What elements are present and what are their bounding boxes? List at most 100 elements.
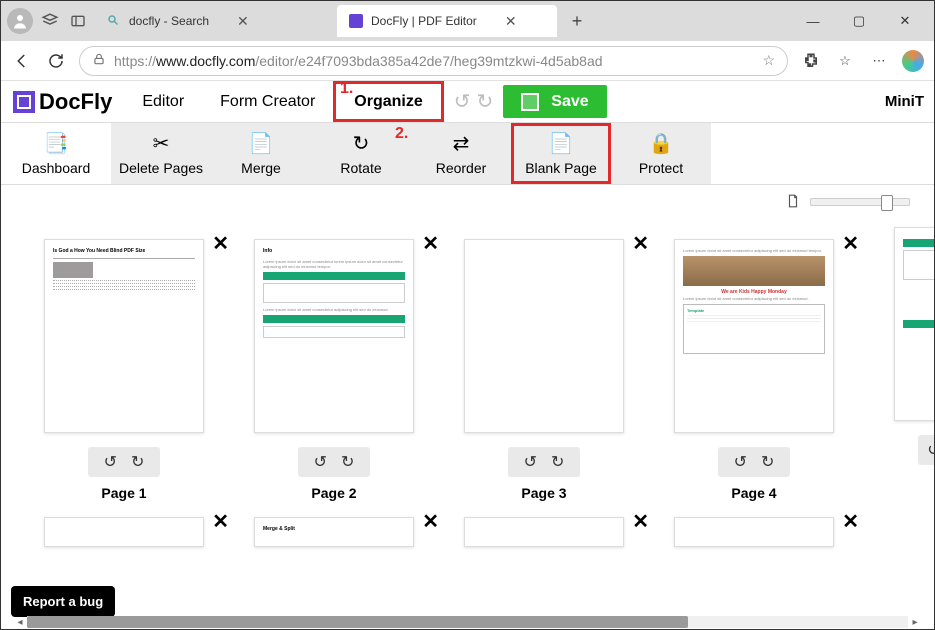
save-icon <box>521 93 539 111</box>
rotate-right-icon[interactable]: ↻ <box>341 452 354 472</box>
favorites-icon[interactable]: ☆ <box>834 50 856 72</box>
tab-organize[interactable]: Organize <box>333 81 443 122</box>
scroll-left-icon[interactable]: ◂ <box>13 617 27 628</box>
rotate-right-icon[interactable]: ↻ <box>761 452 774 472</box>
copilot-icon[interactable] <box>902 50 924 72</box>
delete-page-icon[interactable]: ✕ <box>212 231 229 256</box>
toolbar-dashboard[interactable]: 📑 Dashboard <box>1 123 111 184</box>
app-logo[interactable]: DocFly <box>1 81 124 122</box>
annotation-2: 2. <box>395 125 408 143</box>
scroll-right-icon[interactable]: ▸ <box>908 617 922 628</box>
dashboard-icon: 📑 <box>44 131 69 156</box>
page-label: Page 2 <box>311 485 356 501</box>
scroll-thumb[interactable] <box>27 616 688 628</box>
back-button[interactable] <box>11 50 33 72</box>
browser-tab-active[interactable]: DocFly | PDF Editor ✕ <box>337 5 557 37</box>
delete-page-icon[interactable]: ✕ <box>212 509 229 534</box>
url-text: https://www.docfly.com/editor/e24f7093bd… <box>114 53 754 69</box>
delete-page-icon[interactable]: ✕ <box>632 509 649 534</box>
page-label: Page 3 <box>521 485 566 501</box>
toolbar-blank-page[interactable]: 📄 Blank Page <box>511 123 611 184</box>
url-field[interactable]: https://www.docfly.com/editor/e24f7093bd… <box>79 46 788 76</box>
thumbnail-image <box>894 227 934 421</box>
page-thumbnail-2[interactable]: ✕ Info Lorem ipsum dolor sit amet consec… <box>241 231 427 501</box>
page-thumbnail[interactable]: ✕ <box>31 509 217 547</box>
thumbnail-image: Info Lorem ipsum dolor sit amet consecte… <box>254 239 414 433</box>
report-bug-button[interactable]: Report a bug <box>11 586 115 617</box>
workspaces-icon[interactable] <box>39 10 61 32</box>
maximize-button[interactable]: ▢ <box>836 5 882 37</box>
docfly-favicon-icon <box>349 14 363 28</box>
close-window-button[interactable]: ✕ <box>882 5 928 37</box>
thumbnail-image <box>674 517 834 547</box>
horizontal-scrollbar[interactable]: ◂ ▸ <box>13 615 922 629</box>
rotate-controls: ↺ ↻ <box>718 447 790 477</box>
toolbar-reorder[interactable]: ⇄ Reorder <box>411 123 511 184</box>
toolbar-protect[interactable]: 🔒 Protect <box>611 123 711 184</box>
favorite-icon[interactable]: ☆ <box>762 52 775 69</box>
thumbnail-image <box>44 517 204 547</box>
delete-page-icon[interactable]: ✕ <box>842 509 859 534</box>
close-icon[interactable]: ✕ <box>237 13 249 30</box>
rotate-left-icon[interactable]: ↺ <box>927 440 934 460</box>
scissors-icon: ✂ <box>153 131 170 156</box>
page-thumbnail[interactable]: ✕ <box>661 509 847 547</box>
page-row: ✕ Is God a How You Need Blind PDF Size ↺… <box>31 231 904 501</box>
page-thumbnail-3[interactable]: ✕ ↺ ↻ Page 3 <box>451 231 637 501</box>
page-thumbnail[interactable]: ✕ Merge & Split <box>241 509 427 547</box>
tab-form-creator[interactable]: Form Creator 1. <box>202 81 333 122</box>
close-icon[interactable]: ✕ <box>505 13 517 30</box>
profile-icon[interactable] <box>7 8 33 34</box>
delete-page-icon[interactable]: ✕ <box>632 231 649 256</box>
rotate-right-icon[interactable]: ↻ <box>551 452 564 472</box>
thumbnail-image: Merge & Split <box>254 517 414 547</box>
page-label: Page 1 <box>101 485 146 501</box>
scroll-track[interactable] <box>27 616 908 628</box>
menu-icon[interactable]: ⋯ <box>868 50 890 72</box>
minitool-label: MiniT <box>875 81 934 122</box>
delete-page-icon[interactable]: ✕ <box>422 509 439 534</box>
extensions-icon[interactable] <box>800 50 822 72</box>
rotate-left-icon[interactable]: ↺ <box>314 452 327 472</box>
page-thumbnails-area: ✕ Is God a How You Need Blind PDF Size ↺… <box>1 219 934 579</box>
search-favicon-icon <box>107 14 121 28</box>
browser-tab-inactive[interactable]: docfly - Search ✕ <box>95 5 331 37</box>
thumbnail-image <box>464 239 624 433</box>
save-button[interactable]: Save <box>503 85 606 118</box>
rotate-right-icon[interactable]: ↻ <box>131 452 144 472</box>
rotate-left-icon[interactable]: ↺ <box>734 452 747 472</box>
tab-title: docfly - Search <box>129 14 209 28</box>
tab-editor[interactable]: Editor <box>124 81 202 122</box>
organize-toolbar: 📑 Dashboard ✂ Delete Pages 📄 Merge ↻ Rot… <box>1 123 934 185</box>
thumbnail-image: Is God a How You Need Blind PDF Size <box>44 239 204 433</box>
page-thumbnail-5-clip[interactable]: ↺ <box>904 219 934 465</box>
delete-page-icon[interactable]: ✕ <box>422 231 439 256</box>
refresh-button[interactable] <box>45 50 67 72</box>
new-tab-button[interactable]: + <box>563 7 591 35</box>
delete-page-icon[interactable]: ✕ <box>842 231 859 256</box>
page-thumbnail-4[interactable]: ✕ Lorem ipsum dolor sit amet consectetur… <box>661 231 847 501</box>
toolbar-merge[interactable]: 📄 Merge <box>211 123 311 184</box>
page-row: ✕ ✕ Merge & Split ✕ ✕ <box>31 509 904 547</box>
page-thumbnail[interactable]: ✕ <box>451 509 637 547</box>
reorder-icon: ⇄ <box>453 131 470 156</box>
rotate-left-icon[interactable]: ↺ <box>524 452 537 472</box>
zoom-thumb[interactable] <box>881 195 893 211</box>
tab-actions-icon[interactable] <box>67 10 89 32</box>
blank-page-icon: 📄 <box>549 131 574 156</box>
zoom-slider[interactable] <box>810 198 910 206</box>
thumbnail-image: Lorem ipsum dolor sit amet consectetur a… <box>674 239 834 433</box>
zoom-controls <box>1 185 934 219</box>
rotate-controls: ↺ <box>918 435 934 465</box>
docfly-logo-icon <box>13 91 35 113</box>
redo-button[interactable]: ↻ <box>477 89 494 114</box>
undo-button[interactable]: ↺ <box>454 89 471 114</box>
window-controls: — ▢ ✕ <box>790 5 928 37</box>
page-thumbnail-1[interactable]: ✕ Is God a How You Need Blind PDF Size ↺… <box>31 231 217 501</box>
lock-icon <box>92 52 106 69</box>
minimize-button[interactable]: — <box>790 5 836 37</box>
rotate-left-icon[interactable]: ↺ <box>104 452 117 472</box>
undo-redo-group: ↺ ↻ <box>444 81 504 122</box>
browser-titlebar: docfly - Search ✕ DocFly | PDF Editor ✕ … <box>1 1 934 41</box>
toolbar-delete-pages[interactable]: ✂ Delete Pages <box>111 123 211 184</box>
